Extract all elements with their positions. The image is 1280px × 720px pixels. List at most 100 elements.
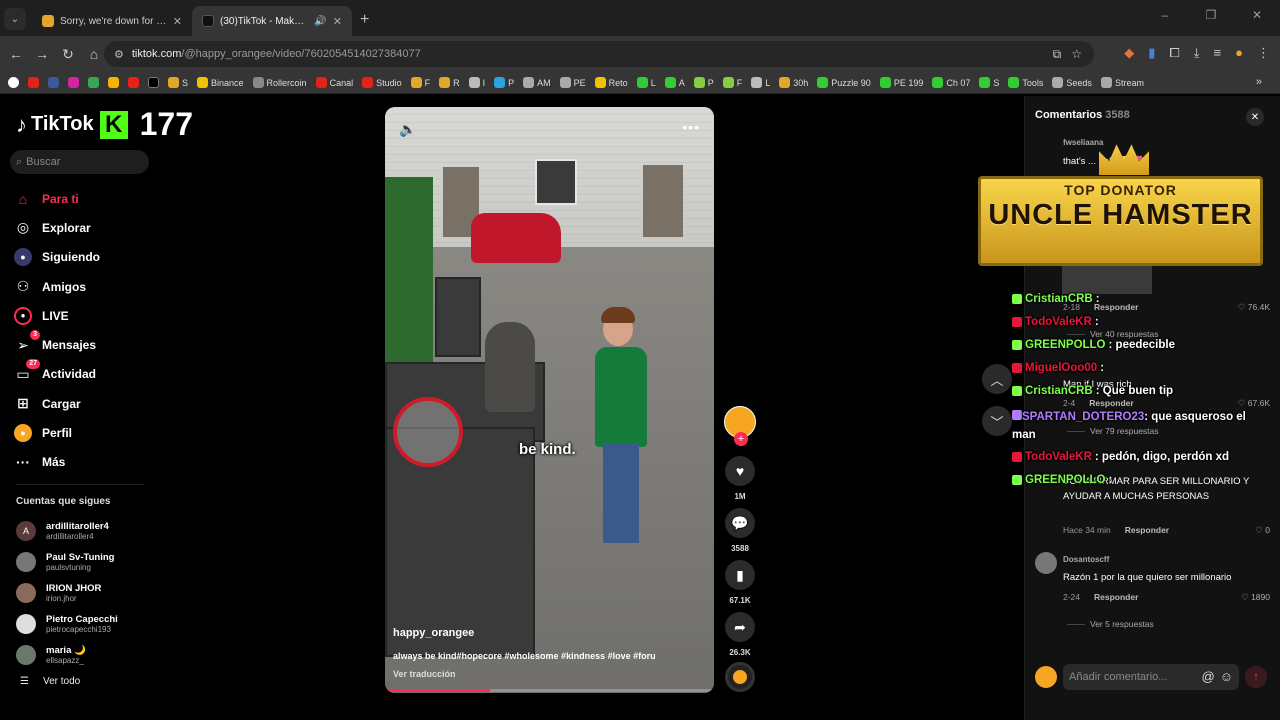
- sidebar-item-mensajes[interactable]: ➢ 3 Mensajes: [14, 330, 154, 359]
- bookmark-star-icon[interactable]: ☆: [1071, 47, 1082, 61]
- bookmark-item[interactable]: F: [410, 77, 430, 88]
- avatar[interactable]: [1035, 552, 1057, 574]
- send-comment-button[interactable]: ↑: [1245, 666, 1267, 688]
- following-account[interactable]: Paul Sv-Tuning paulsvtuning: [16, 547, 156, 578]
- bookmark-item[interactable]: L: [636, 77, 656, 88]
- media-control-icon[interactable]: ≡: [1214, 45, 1222, 61]
- view-replies-button[interactable]: Ver 5 respuestas: [1067, 619, 1154, 629]
- bookmark-item[interactable]: 30h: [779, 77, 808, 88]
- following-account[interactable]: maria 🌙 ellsapazz_: [16, 639, 156, 670]
- video-author[interactable]: happy_orangee: [393, 627, 474, 639]
- reply-button[interactable]: Responder: [1089, 398, 1133, 408]
- save-button[interactable]: ▮: [725, 560, 755, 590]
- maximize-button[interactable]: ❐: [1188, 0, 1234, 36]
- sidebar-item-actividad[interactable]: ▭ 27 Actividad: [14, 359, 154, 389]
- tiktok-logo[interactable]: ♪ TikTok K 177: [16, 106, 193, 143]
- bookmark-item[interactable]: Reto: [594, 77, 628, 88]
- bookmark-item[interactable]: L: [751, 77, 770, 88]
- following-account[interactable]: Aardillitaroller4 ardillitaroller4: [16, 516, 156, 547]
- bookmark-item[interactable]: PE 199: [879, 77, 923, 88]
- site-info-icon[interactable]: ⚙: [114, 48, 124, 61]
- bookmark-item[interactable]: P: [693, 77, 714, 88]
- bookmark-item[interactable]: Studio: [362, 77, 402, 88]
- bookmark-item[interactable]: Stream: [1100, 77, 1144, 88]
- bookmark-item[interactable]: S: [168, 77, 188, 88]
- download-icon[interactable]: ⤓: [1194, 45, 1200, 61]
- bookmark-item[interactable]: Seeds: [1052, 77, 1092, 88]
- bookmark-item[interactable]: PE: [559, 77, 586, 88]
- bookmark-icon[interactable]: [88, 77, 99, 88]
- bookmark-icon[interactable]: [128, 77, 139, 88]
- bookmark-item[interactable]: Binance: [197, 77, 244, 88]
- sidebar-item-cargar[interactable]: ⊞ Cargar: [14, 389, 154, 418]
- extension-icon[interactable]: ◆: [1124, 45, 1134, 61]
- close-tab-icon[interactable]: ✕: [173, 15, 182, 28]
- bookmark-item[interactable]: I: [468, 77, 485, 88]
- reply-button[interactable]: Responder: [1094, 592, 1138, 602]
- comment-like-count[interactable]: ♡ 0: [1255, 525, 1270, 536]
- sidebar-item-siguiendo[interactable]: ● Siguiendo: [14, 243, 154, 272]
- bookmark-icon[interactable]: [8, 77, 19, 88]
- close-window-button[interactable]: ✕: [1234, 0, 1280, 36]
- sidebar-item-amigos[interactable]: ⚇ Amigos: [14, 272, 154, 301]
- view-replies-button[interactable]: Ver 40 respuestas: [1067, 329, 1159, 339]
- install-app-icon[interactable]: ⧉: [1053, 47, 1062, 62]
- mention-icon[interactable]: @: [1202, 669, 1215, 684]
- following-account[interactable]: IRION JHOR irion.jhor: [16, 578, 156, 609]
- sidebar-item-explorar[interactable]: ◎ Explorar: [14, 213, 154, 242]
- back-button[interactable]: ←: [4, 46, 28, 62]
- share-button[interactable]: ➦: [725, 612, 755, 642]
- reply-button[interactable]: Responder: [1094, 302, 1138, 312]
- comment-username[interactable]: fwseliaana: [1063, 138, 1103, 147]
- sidebar-item-live[interactable]: ● LIVE: [14, 301, 154, 330]
- comment-button[interactable]: 💬: [725, 508, 755, 538]
- comment-like-count[interactable]: ♡ 76.4K: [1238, 302, 1270, 313]
- extensions-puzzle-icon[interactable]: ⧠: [1169, 45, 1179, 61]
- bookmark-item[interactable]: F: [722, 77, 742, 88]
- more-options-icon[interactable]: •••: [682, 119, 700, 135]
- home-button[interactable]: ⌂: [82, 46, 106, 62]
- bookmark-item[interactable]: Ch 07: [932, 77, 970, 88]
- bookmark-item[interactable]: Tools: [1008, 77, 1043, 88]
- comment-like-count[interactable]: ♡ 1890: [1241, 592, 1270, 603]
- profile-avatar-icon[interactable]: ●: [1235, 45, 1243, 61]
- extension-icon[interactable]: ▮: [1148, 45, 1155, 61]
- comment-input[interactable]: Añadir comentario... @ ☺: [1063, 664, 1239, 690]
- previous-video-button[interactable]: ︿: [982, 364, 1012, 394]
- minimize-button[interactable]: –: [1142, 0, 1188, 36]
- sidebar-item-mas[interactable]: ··· Más: [14, 448, 154, 477]
- comment-username[interactable]: Dosantoscff: [1063, 555, 1109, 564]
- sidebar-item-para-ti[interactable]: ⌂ Para ti: [14, 184, 154, 213]
- volume-icon[interactable]: 🔈: [399, 121, 416, 138]
- search-input[interactable]: ⌕ Buscar: [10, 150, 149, 174]
- audio-playing-icon[interactable]: 🔊: [314, 16, 326, 27]
- reply-button[interactable]: Responder: [1125, 525, 1169, 535]
- sidebar-item-perfil[interactable]: ● Perfil: [14, 418, 154, 447]
- bookmark-item[interactable]: AM: [523, 77, 551, 88]
- new-tab-button[interactable]: +: [360, 11, 369, 29]
- bookmark-item[interactable]: A: [664, 77, 685, 88]
- browser-tab-tiktok[interactable]: (30)TikTok - Make Your Day 🔊 ✕: [192, 6, 352, 36]
- following-account[interactable]: Pietro Capecchi pietrocapecchi193: [16, 608, 156, 639]
- close-tab-icon[interactable]: ✕: [333, 15, 342, 28]
- address-bar[interactable]: ⚙ tiktok.com/@happy_orangee/video/760205…: [104, 41, 1094, 67]
- tab-search-button[interactable]: ⌄: [4, 8, 26, 30]
- bookmark-item[interactable]: Rollercoin: [252, 77, 307, 88]
- bookmark-icon[interactable]: [148, 77, 159, 88]
- video-progress-bar[interactable]: [385, 689, 714, 692]
- bookmark-item[interactable]: S: [979, 77, 999, 88]
- emoji-icon[interactable]: ☺: [1220, 669, 1233, 684]
- follow-plus-icon[interactable]: +: [734, 432, 748, 446]
- bookmark-item[interactable]: R: [439, 77, 460, 88]
- bookmark-item[interactable]: Puzzle 90: [817, 77, 871, 88]
- bookmark-icon[interactable]: [108, 77, 119, 88]
- reload-button[interactable]: ↻: [56, 46, 80, 63]
- translate-link[interactable]: Ver traducción: [393, 669, 456, 679]
- bookmark-icon[interactable]: [48, 77, 59, 88]
- bookmark-item[interactable]: P: [494, 77, 514, 88]
- forward-button[interactable]: →: [30, 46, 54, 62]
- next-video-button[interactable]: ﹀: [982, 406, 1012, 436]
- bookmark-item[interactable]: Canal: [315, 77, 353, 88]
- video-player[interactable]: be kind. 🔈 ••• happy_orangee always be k…: [385, 107, 714, 693]
- bookmark-icon[interactable]: [28, 77, 39, 88]
